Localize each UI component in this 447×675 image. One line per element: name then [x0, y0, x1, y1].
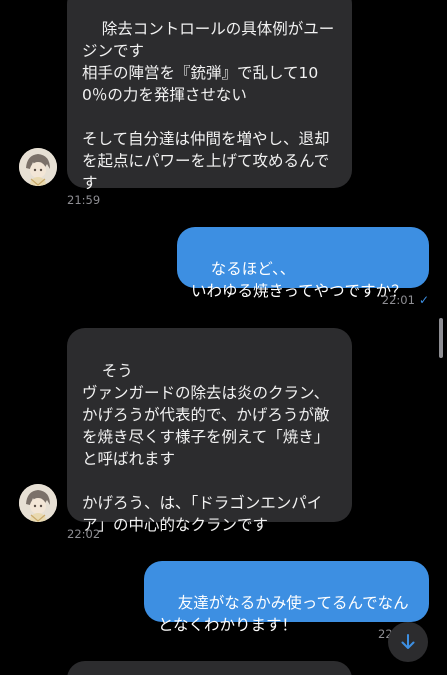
incoming-message-bubble[interactable]	[67, 661, 352, 675]
contact-avatar[interactable]	[19, 148, 57, 186]
avatar-image	[19, 148, 57, 186]
outgoing-message-bubble[interactable]: なるほど、、 いわゆる焼きってやつですか？	[177, 227, 429, 300]
read-check-icon: ✓	[418, 293, 429, 307]
message-timestamp: 22:01 ✓	[382, 293, 429, 307]
arrow-down-icon	[401, 634, 415, 649]
scroll-to-bottom-button[interactable]	[388, 622, 428, 662]
avatar-image	[19, 484, 57, 522]
chat-screen: 除去コントロールの具体例がユージンです 相手の陣営を『銃弾』で乱して100％の力…	[0, 0, 447, 675]
contact-avatar[interactable]	[19, 484, 57, 522]
message-text: そう ヴァンガードの除去は炎のクラン、かげろうが代表的で、かげろうが敵を焼き尽く…	[82, 362, 330, 534]
message-timestamp: 21:59	[67, 193, 101, 207]
incoming-message-bubble[interactable]: 除去コントロールの具体例がユージンです 相手の陣営を『銃弾』で乱して100％の力…	[67, 0, 352, 192]
scrollbar-thumb[interactable]	[439, 318, 443, 358]
message-text: なるほど、、 いわゆる焼きってやつですか？	[191, 260, 407, 300]
outgoing-message-bubble[interactable]: 友達がなるかみ使ってるんでなんとなくわかります！	[144, 561, 429, 634]
incoming-message-bubble[interactable]: そう ヴァンガードの除去は炎のクラン、かげろうが代表的で、かげろうが敵を焼き尽く…	[67, 328, 352, 534]
message-text: 除去コントロールの具体例がユージンです 相手の陣営を『銃弾』で乱して100％の力…	[82, 20, 335, 192]
message-text: 友達がなるかみ使ってるんでなんとなくわかります！	[158, 594, 409, 634]
timestamp-text: 22:01	[381, 293, 415, 307]
message-timestamp: 22:02	[67, 527, 101, 541]
